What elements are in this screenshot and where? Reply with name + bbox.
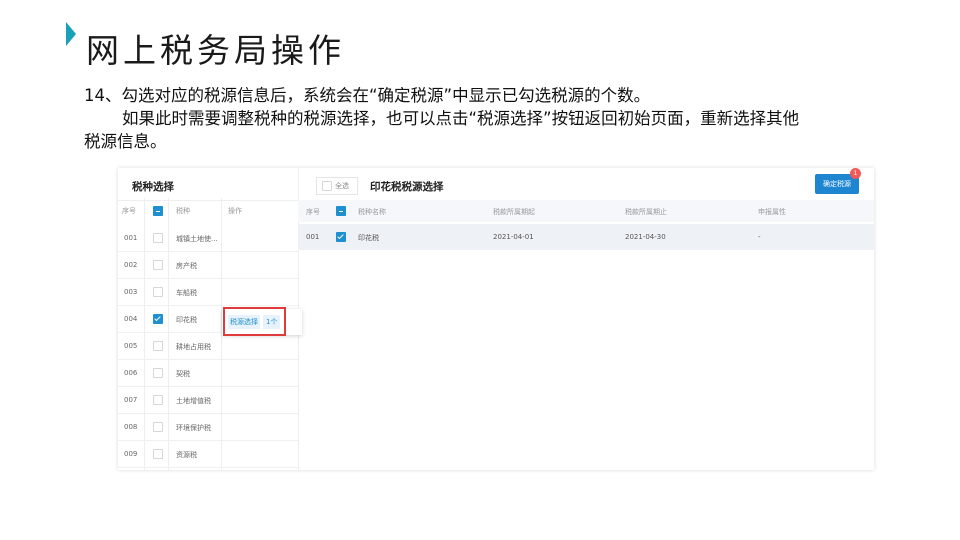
confirm-count-badge: 1 — [850, 168, 861, 179]
highlight-box — [223, 307, 286, 336]
table-row[interactable]: 001 印花税 2021-04-01 2021-04-30 - — [298, 224, 874, 250]
col-tax-header: 税种 — [176, 207, 190, 215]
table-row[interactable]: 008 环境保护税 — [118, 414, 298, 441]
col-start-header: 税款所属期起 — [493, 208, 535, 216]
row-checkbox[interactable] — [153, 287, 163, 297]
table-row[interactable]: 003 车船税 — [118, 279, 298, 306]
select-all-label: 全选 — [335, 182, 349, 190]
stamp-tax-source-panel: 全选 印花税税源选择 确定税源 1 序号 税种名称 税款所属期起 税款所属期止 … — [298, 168, 874, 470]
header-checkbox[interactable] — [336, 206, 346, 216]
slide-title: 网上税务局操作 — [86, 31, 345, 70]
source-table-header: 序号 税种名称 税款所属期起 税款所属期止 申报属性 — [298, 200, 874, 222]
row-checkbox[interactable] — [153, 368, 163, 378]
tax-type-panel-title: 税种选择 — [132, 181, 174, 193]
col-attr-header: 申报属性 — [758, 208, 786, 216]
table-row[interactable]: 007 土地增值税 — [118, 387, 298, 414]
row-checkbox[interactable] — [153, 260, 163, 270]
select-all-checkbox[interactable] — [322, 181, 332, 191]
select-all-toggle[interactable]: 全选 — [316, 177, 358, 195]
table-row[interactable]: 001 城镇土地使... — [118, 225, 298, 252]
table-row[interactable]: 002 房产税 — [118, 252, 298, 279]
table-row[interactable]: 006 契税 — [118, 360, 298, 387]
col-op-header: 操作 — [228, 207, 242, 215]
row-checkbox[interactable] — [153, 341, 163, 351]
table-row[interactable]: 005 耕地占用税 — [118, 333, 298, 360]
row-checkbox[interactable] — [153, 395, 163, 405]
instruction-line-1: 14、勾选对应的税源信息后，系统会在“确定税源”中显示已勾选税源的个数。 — [84, 86, 651, 105]
col-end-header: 税款所属期止 — [625, 208, 667, 216]
row-checkbox[interactable] — [153, 422, 163, 432]
select-all-checkbox[interactable] — [153, 206, 163, 216]
row-checkbox-checked[interactable] — [336, 232, 346, 242]
table-row[interactable]: 009 资源税 — [118, 441, 298, 468]
title-marker-icon — [66, 22, 76, 46]
col-name-header: 税种名称 — [358, 208, 386, 216]
instruction-line-3: 税源信息。 — [84, 132, 167, 151]
source-panel-title: 印花税税源选择 — [370, 181, 444, 193]
col-seq-header: 序号 — [306, 208, 320, 216]
row-checkbox[interactable] — [153, 233, 163, 243]
col-seq-header: 序号 — [122, 207, 136, 215]
row-checkbox[interactable] — [153, 449, 163, 459]
row-checkbox-checked[interactable] — [153, 314, 163, 324]
instruction-line-2: 如果此时需要调整税种的税源选择，也可以点击“税源选择”按钮返回初始页面，重新选择… — [122, 109, 800, 128]
